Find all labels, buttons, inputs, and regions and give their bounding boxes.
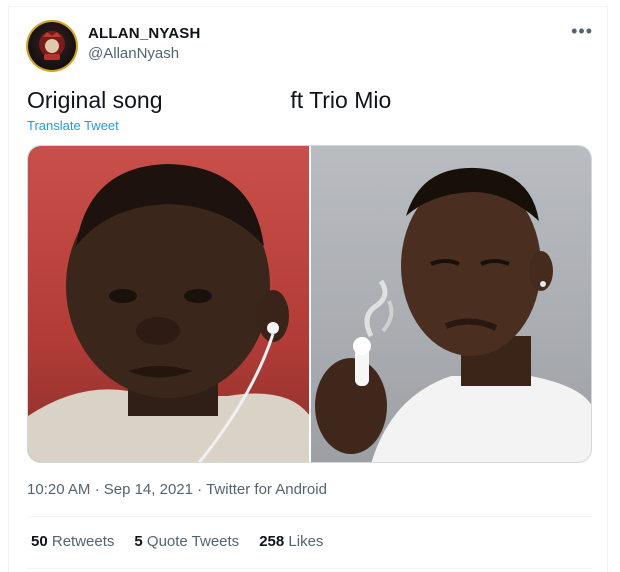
media-photo-left[interactable] (28, 146, 309, 462)
divider (27, 516, 592, 517)
user-handle[interactable]: @AllanNyash (88, 45, 179, 62)
avatar[interactable] (28, 22, 76, 70)
quote-tweets-stat[interactable]: 5 Quote Tweets (134, 533, 239, 550)
tweet-stats: 50 Retweets 5 Quote Tweets 258 Likes (31, 533, 323, 550)
meta-separator: · (94, 481, 100, 498)
tweet-meta: 10:20 AM · Sep 14, 2021 · Twitter for An… (27, 481, 327, 498)
retweets-count: 50 (31, 533, 48, 550)
quote-tweets-count: 5 (134, 533, 143, 550)
likes-label: Likes (288, 533, 324, 550)
likes-stat[interactable]: 258 Likes (259, 533, 323, 550)
tweet-time[interactable]: 10:20 AM (27, 481, 90, 498)
retweets-stat[interactable]: 50 Retweets (31, 533, 114, 550)
tweet-date[interactable]: Sep 14, 2021 (104, 481, 193, 498)
quote-tweets-label: Quote Tweets (146, 533, 240, 550)
tweet-card: ALLAN_NYASH @AllanNyash ••• Original son… (8, 6, 608, 572)
avatar-logo-icon (39, 31, 65, 60)
media-photo-right[interactable] (310, 146, 591, 462)
likes-count: 258 (259, 533, 285, 550)
translate-tweet-link[interactable]: Translate Tweet (27, 118, 119, 133)
man-with-earphones-image (28, 164, 309, 462)
tweet-text: Original song ft Trio Mio (27, 87, 392, 113)
tweet-media (27, 145, 592, 463)
more-options-icon[interactable]: ••• (571, 21, 593, 42)
tweet-source[interactable]: Twitter for Android (206, 481, 327, 498)
divider (27, 568, 592, 569)
retweets-label: Retweets (51, 533, 115, 550)
meta-separator: · (197, 481, 203, 498)
man-with-airpod-image (314, 167, 591, 462)
display-name[interactable]: ALLAN_NYASH (88, 25, 201, 42)
